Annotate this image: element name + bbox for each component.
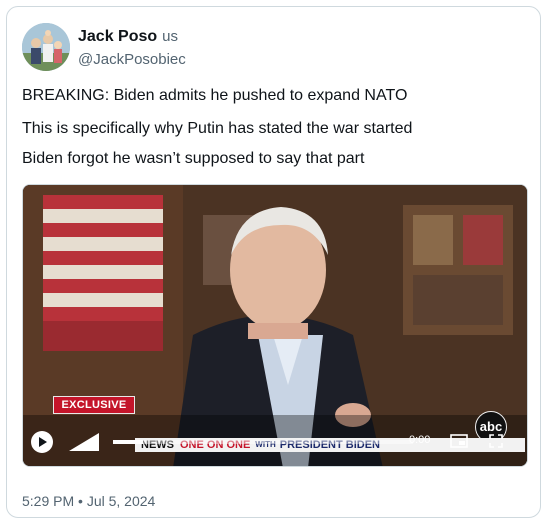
- author-handle[interactable]: @JackPosobiec: [78, 51, 186, 68]
- post-text-line-2: This is specifically why Putin has state…: [22, 120, 413, 137]
- video-time: 0:00: [409, 434, 431, 446]
- avatar-image: [22, 23, 70, 71]
- post-timestamp[interactable]: 5:29 PM • Jul 5, 2024: [22, 493, 155, 509]
- video-frame: [23, 185, 527, 466]
- post-text-line-3: Biden forgot he wasn’t supposed to say t…: [22, 150, 365, 167]
- post-text-line-1: BREAKING: Biden admits he pushed to expa…: [22, 87, 408, 104]
- play-button[interactable]: [31, 431, 53, 453]
- author-name-row: Jack Poso us: [78, 28, 178, 46]
- exclusive-badge: EXCLUSIVE: [53, 396, 135, 414]
- flag-stripes-graphic: [43, 195, 163, 351]
- progress-fill: [113, 440, 143, 444]
- display-name[interactable]: Jack Poso: [78, 28, 157, 46]
- avatar[interactable]: [22, 23, 70, 71]
- flag-label: us: [162, 28, 178, 45]
- tweet-card: Jack Poso us @JackPosobiec BREAKING: Bid…: [6, 6, 541, 518]
- fullscreen-icon[interactable]: [489, 434, 503, 448]
- video-player[interactable]: EXCLUSIVE abc NEWS ONE ON ONE WITH PRESI…: [22, 184, 528, 467]
- play-icon: [39, 437, 47, 447]
- picture-in-picture-icon[interactable]: [450, 434, 468, 448]
- progress-bar[interactable]: [113, 440, 413, 444]
- volume-icon[interactable]: [67, 431, 101, 453]
